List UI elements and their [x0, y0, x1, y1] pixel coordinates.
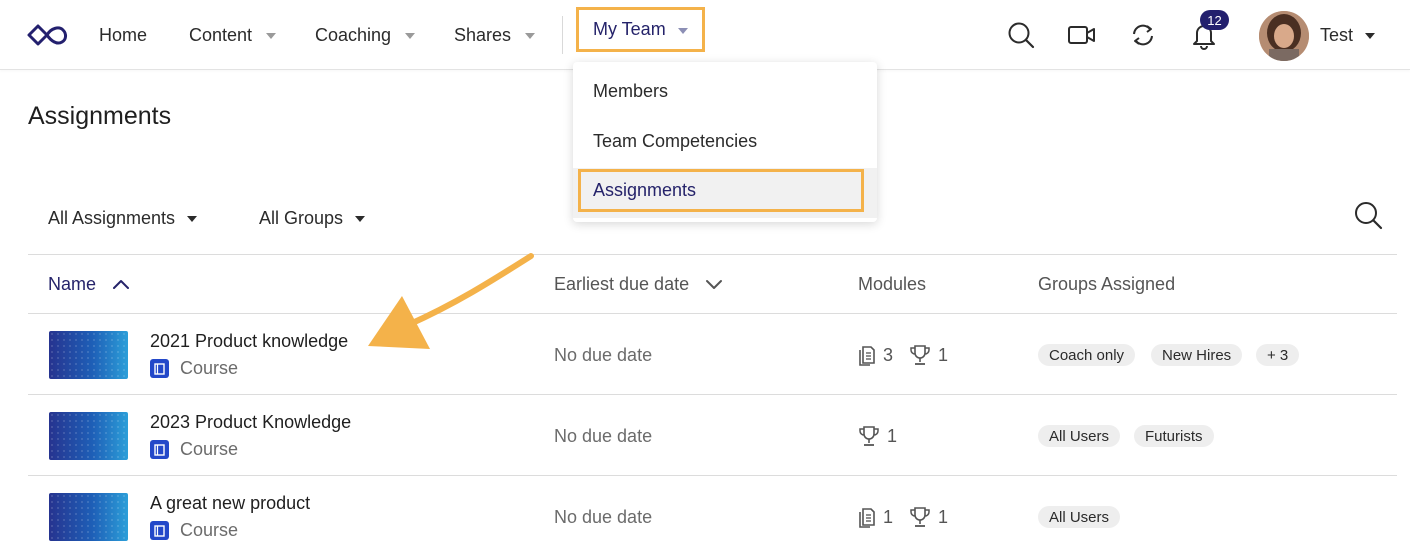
top-navigation-bar: Home Content Coaching Shares My Team 12 … [0, 0, 1410, 70]
nav-shares-label: Shares [454, 24, 512, 45]
group-chip[interactable]: Futurists [1134, 425, 1214, 447]
chevron-down-icon [677, 27, 688, 34]
group-chip[interactable]: All Users [1038, 506, 1121, 528]
table-top-border [28, 254, 1397, 255]
assignment-title[interactable]: 2021 Product knowledge [150, 331, 348, 352]
sync-button[interactable] [1125, 17, 1161, 53]
course-thumbnail [49, 412, 128, 460]
search-icon [1355, 202, 1383, 230]
group-chip[interactable]: Coach only [1038, 344, 1136, 366]
video-button[interactable] [1064, 17, 1100, 53]
nav-content[interactable]: Content [189, 0, 277, 70]
trophy-icon [910, 507, 930, 527]
column-header-modules: Modules [858, 264, 926, 304]
assignment-title[interactable]: 2023 Product Knowledge [150, 412, 351, 433]
menu-item-assignments[interactable]: Assignments [578, 169, 864, 212]
app-logo-icon[interactable] [26, 20, 70, 50]
nav-coaching-label: Coaching [315, 24, 392, 45]
column-header-label: Earliest due date [554, 273, 690, 294]
notification-badge: 12 [1200, 10, 1229, 30]
trophy-count: 1 [909, 506, 948, 528]
assignment-title[interactable]: A great new product [150, 493, 310, 514]
column-header-label: Modules [858, 273, 927, 294]
group-chip[interactable]: All Users [1038, 425, 1121, 447]
trophy-count-value: 1 [887, 425, 898, 446]
document-count: 3 [858, 344, 893, 366]
assignment-type: Course [180, 439, 239, 459]
column-header-groups: Groups Assigned [1038, 264, 1175, 304]
more-groups-chip[interactable]: + 3 [1256, 344, 1300, 366]
assignment-type: Course [180, 358, 239, 378]
trophy-count: 1 [858, 425, 897, 447]
menu-item-label: Assignments [593, 180, 697, 200]
menu-item-members[interactable]: Members [573, 66, 877, 116]
nav-divider [562, 16, 563, 54]
course-book-icon [150, 521, 169, 540]
user-name-label: Test [1320, 24, 1354, 45]
row-divider [28, 394, 1397, 395]
filter-label: All Groups [259, 207, 344, 228]
course-thumbnail [49, 493, 128, 541]
menu-item-label: Team Competencies [593, 130, 758, 151]
nav-content-label: Content [189, 24, 253, 45]
trophy-count-value: 1 [938, 506, 949, 527]
chevron-down-icon [355, 216, 366, 222]
course-book-icon [150, 359, 169, 378]
due-date: No due date [554, 507, 653, 527]
nav-home[interactable]: Home [99, 0, 147, 70]
due-date: No due date [554, 426, 653, 446]
user-menu[interactable]: Test [1320, 0, 1376, 70]
nav-my-team[interactable]: My Team [576, 7, 705, 52]
search-icon [1008, 22, 1035, 49]
groups-filter[interactable]: All Groups [259, 196, 366, 240]
document-count-value: 1 [883, 506, 894, 527]
trophy-count-value: 1 [938, 344, 949, 365]
assignment-type: Course [180, 520, 239, 540]
chevron-down-icon [1365, 33, 1376, 39]
column-header-due-date[interactable]: Earliest due date [554, 264, 723, 304]
document-icon [859, 508, 875, 528]
row-divider [28, 475, 1397, 476]
user-avatar[interactable] [1259, 11, 1309, 61]
document-icon [859, 346, 875, 366]
column-header-name[interactable]: Name [48, 264, 130, 304]
column-header-label: Name [48, 273, 97, 294]
sort-descending-icon [706, 280, 723, 289]
chevron-down-icon [187, 216, 198, 222]
group-chip[interactable]: New Hires [1151, 344, 1243, 366]
page-title: Assignments [28, 102, 172, 130]
avatar-image [1259, 11, 1309, 61]
assignments-filter[interactable]: All Assignments [48, 196, 198, 240]
table-search-button[interactable] [1353, 200, 1389, 236]
trophy-icon [859, 426, 879, 446]
course-thumbnail [49, 331, 128, 379]
chevron-down-icon [525, 33, 536, 39]
video-camera-icon [1068, 26, 1095, 44]
search-button[interactable] [1003, 17, 1039, 53]
trophy-icon [910, 345, 930, 365]
document-count-value: 3 [883, 344, 894, 365]
course-book-icon [150, 440, 169, 459]
row-divider [28, 313, 1397, 314]
nav-my-team-label: My Team [593, 19, 666, 39]
column-header-label: Groups Assigned [1038, 273, 1176, 294]
trophy-count: 1 [909, 344, 948, 366]
filter-label: All Assignments [48, 207, 176, 228]
sort-ascending-icon [113, 280, 130, 289]
menu-item-team-competencies[interactable]: Team Competencies [573, 116, 877, 166]
nav-coaching[interactable]: Coaching [315, 0, 416, 70]
chevron-down-icon [266, 33, 277, 39]
menu-item-label: Members [593, 80, 669, 101]
document-count: 1 [858, 506, 893, 528]
sync-icon [1133, 24, 1153, 46]
chevron-down-icon [405, 33, 416, 39]
nav-home-label: Home [99, 24, 148, 45]
due-date: No due date [554, 345, 653, 365]
nav-shares[interactable]: Shares [454, 0, 536, 70]
